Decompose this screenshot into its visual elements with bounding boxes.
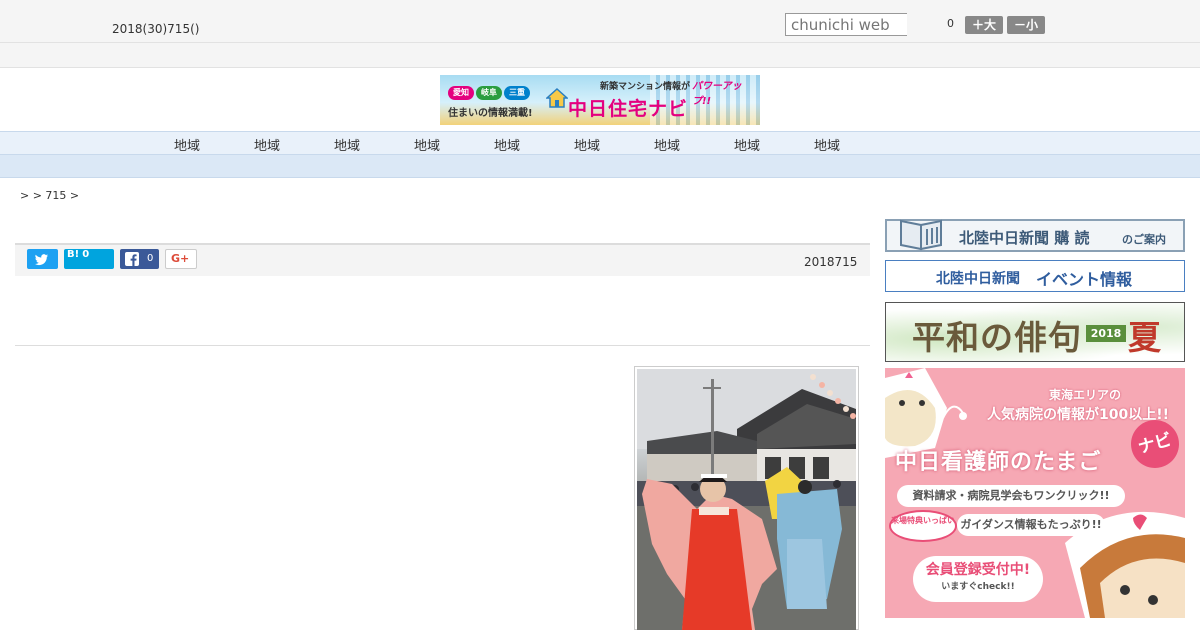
search-input[interactable] [785, 13, 907, 36]
haiku-season: 夏 [1128, 318, 1161, 357]
facebook-count: 0 [147, 253, 154, 264]
nav-item[interactable]: 地域 [717, 135, 777, 154]
ad-cta-sub: いますぐcheck!! [941, 582, 1015, 592]
ad-line1: 東海エリアの [1048, 388, 1121, 402]
article-date: 2018715 [804, 255, 858, 269]
ad-feature-2: ガイダンス情報もたっぷり!! [957, 514, 1105, 536]
banner-pref-aichi: 愛知 [448, 86, 474, 100]
banner-logo: 中日住宅ナビ [568, 98, 689, 120]
nav-item[interactable]: 地域 [237, 135, 297, 154]
ad-cta-label: 会員登録受付中! [925, 562, 1031, 578]
peace-haiku-banner[interactable]: 平和の俳句 2018 夏 [885, 302, 1185, 362]
banner-pref-mie: 三重 [504, 86, 530, 100]
banner-subtitle: 住まいの情報満載! [448, 108, 533, 119]
haiku-title: 平和の俳句 [912, 318, 1082, 357]
event-paper-name: 北陸中日新聞 [936, 271, 1020, 287]
article-photo[interactable] [637, 369, 856, 630]
hatena-count: 0 [82, 249, 90, 260]
banner-pref-gifu: 岐阜 [476, 86, 502, 100]
sub-header-strip [0, 43, 1200, 68]
nurse-navi-ad[interactable]: 東海エリアの 人気病院の情報が100以上!! 中日看護師のたまご ナビ 資料請求… [885, 368, 1185, 618]
twitter-share-button[interactable] [27, 249, 58, 269]
nav-item[interactable]: 地域 [157, 135, 217, 154]
housing-navi-banner[interactable]: 愛知 岐阜 三重 住まいの情報満載! 新築マンション情報が パワーアップ!! 中… [440, 75, 760, 125]
festival-dance-photo [637, 369, 856, 630]
sub-nav [0, 155, 1200, 178]
newspaper-book-icon [900, 219, 942, 251]
event-info-label: イベント情報 [1036, 270, 1133, 289]
subscription-guide-button[interactable]: 北陸中日新聞 購 読 のご案内 [885, 219, 1185, 252]
nav-item[interactable]: 地域 [637, 135, 697, 154]
font-smaller-button[interactable]: －小 [1007, 16, 1045, 34]
nav-item[interactable]: 地域 [797, 135, 857, 154]
twitter-icon [34, 254, 48, 266]
subscription-title: 北陸中日新聞 購 読 [959, 229, 1090, 247]
nav-item[interactable]: 地域 [557, 135, 617, 154]
event-info-button[interactable]: 北陸中日新聞 イベント情報 [885, 260, 1185, 292]
font-larger-button[interactable]: ＋大 [965, 16, 1003, 34]
hatena-icon: B! 0 [67, 249, 89, 260]
haiku-year: 2018 [1086, 325, 1126, 342]
current-date: 2018(30)715() [112, 22, 200, 36]
nav-item[interactable]: 地域 [397, 135, 457, 154]
facebook-icon [125, 252, 139, 266]
nav-item[interactable]: 地域 [317, 135, 377, 154]
content-divider [15, 345, 870, 346]
subscription-suffix: のご案内 [1122, 233, 1166, 246]
google-plus-icon: G+ [171, 252, 190, 265]
house-icon [546, 87, 568, 108]
banner-top-text: 新築マンション情報が [600, 82, 691, 92]
banner-power-text: パワーアップ!! [692, 81, 742, 107]
main-nav: 地域 地域 地域 地域 地域 地域 地域 地域 地域 [0, 131, 1200, 155]
ad-title: 中日看護師のたまご [895, 450, 1102, 475]
font-size-value: 0 [947, 17, 954, 30]
ad-signup-cta[interactable]: 会員登録受付中! いますぐcheck!! [913, 556, 1043, 602]
hatena-label: B! [67, 249, 80, 260]
ad-feature-1: 資料請求・病院見学会もワンクリック!! [897, 485, 1125, 507]
nav-item[interactable]: 地域 [477, 135, 537, 154]
ad-bonus-badge: 来場特典いっぱい [889, 510, 957, 542]
breadcrumb[interactable]: > > 715 > [20, 189, 79, 202]
